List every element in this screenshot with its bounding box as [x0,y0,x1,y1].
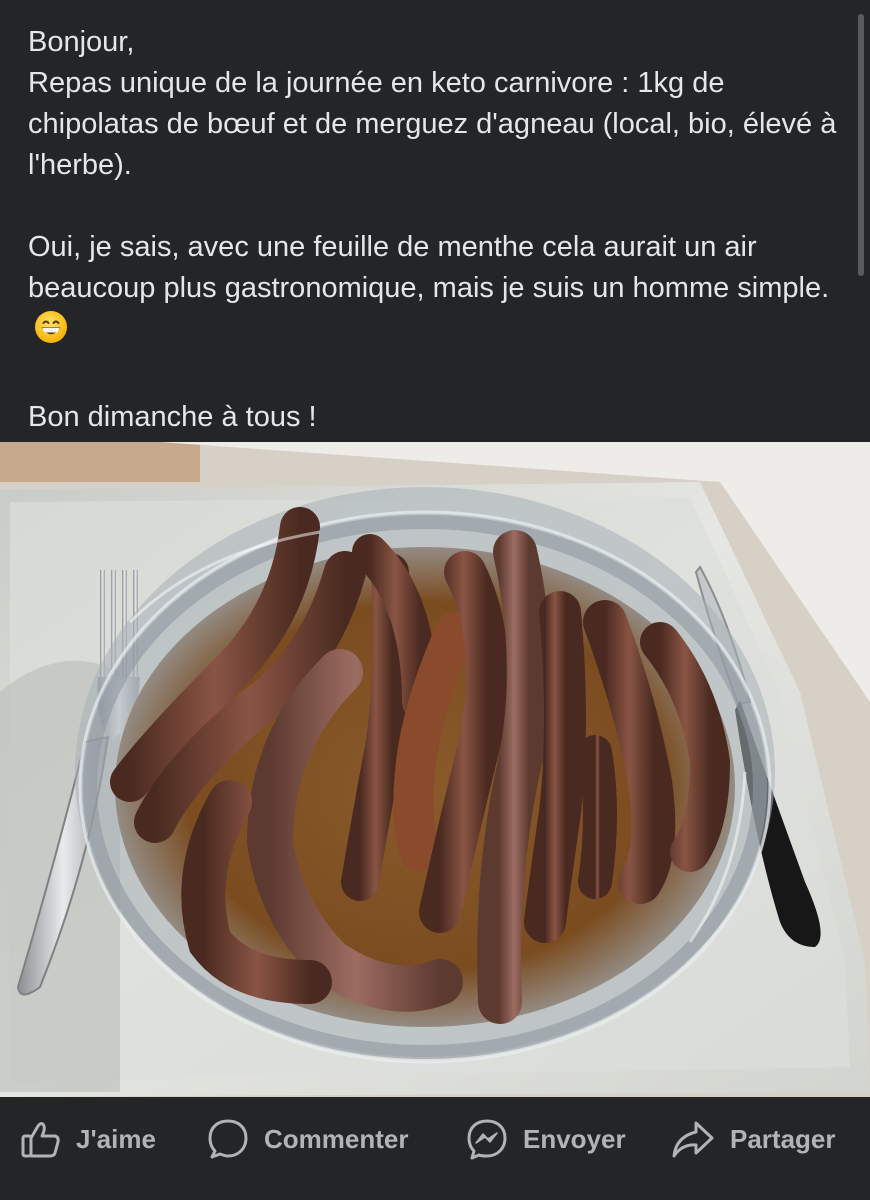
scrollbar[interactable] [858,14,864,276]
post-text: Bonjour, Repas unique de la journée en k… [28,22,848,438]
share-button[interactable]: Partager [670,1117,836,1161]
post-paragraph-3: Bon dimanche à tous ! [28,401,317,433]
like-label: J'aime [76,1123,156,1154]
messenger-icon [467,1119,507,1160]
post-action-bar: J'aime Commenter Envoyer Partager [0,1097,870,1200]
share-arrow-icon [672,1121,714,1158]
post-card: Bonjour, Repas unique de la journée en k… [0,0,870,1200]
comment-bubble-icon [208,1119,248,1159]
comment-button[interactable]: Commenter [206,1117,408,1161]
share-label: Partager [730,1123,836,1154]
send-label: Envoyer [523,1123,626,1154]
sausages-in-glass-dish-photo [0,442,870,1097]
post-paragraph-2: Oui, je sais, avec une feuille de menthe… [28,231,830,304]
comment-label: Commenter [264,1123,409,1154]
grinning-face-emoji-icon [34,310,68,356]
thumbs-up-icon [21,1122,60,1158]
like-button[interactable]: J'aime [20,1117,156,1161]
post-photo[interactable] [0,442,870,1097]
post-paragraph-1: Repas unique de la journée en keto carni… [28,67,837,181]
post-greeting: Bonjour, [28,26,135,58]
send-button[interactable]: Envoyer [465,1117,626,1161]
post-paragraph-2-wrapper: Oui, je sais, avec une feuille de menthe… [28,227,848,356]
